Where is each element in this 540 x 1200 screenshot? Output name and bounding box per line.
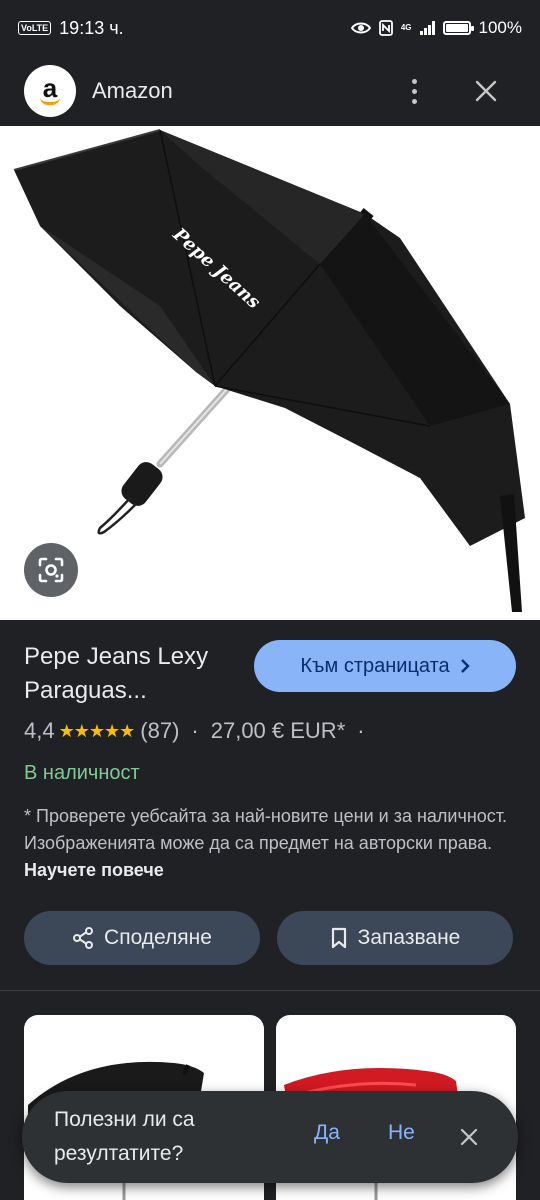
network-type: 4G: [400, 23, 412, 32]
eye-icon: [350, 22, 371, 34]
product-title[interactable]: Pepe Jeans Lexy Paraguas...: [24, 640, 244, 708]
status-bar: VoLTE 19:13 ч. 4G 100%: [0, 0, 540, 56]
bookmark-icon: [331, 927, 346, 949]
rating-row: 4,4 ★★★★★ (87) · 27,00 € EUR* ·: [24, 716, 377, 746]
rating-value: 4,4: [24, 718, 55, 743]
umbrella-image: Pepe Jeans: [13, 129, 525, 612]
close-icon[interactable]: [466, 71, 506, 111]
product-price: 27,00 € EUR*: [210, 718, 346, 743]
feedback-question: Полезни ли са резултатите?: [54, 1108, 195, 1165]
signal-icon: [419, 21, 435, 35]
availability-status: В наличност: [24, 762, 140, 784]
feedback-yes-button[interactable]: Да: [314, 1121, 340, 1145]
save-label: Запазване: [357, 926, 461, 949]
lens-search-button[interactable]: [24, 543, 78, 597]
separator-dot: ·: [191, 718, 199, 743]
review-count: (87): [140, 718, 180, 743]
divider: [0, 990, 540, 991]
disclaimer-text: * Проверете уебсайта за най-новите цени …: [24, 803, 516, 884]
more-options-icon[interactable]: [394, 71, 434, 111]
save-button[interactable]: Запазване: [277, 911, 513, 965]
share-icon: [73, 927, 94, 949]
nfc-icon: [378, 20, 393, 36]
visit-page-button[interactable]: Към страницата: [254, 640, 516, 692]
source-header: a Amazon: [0, 56, 540, 126]
status-time: 19:13 ч.: [59, 17, 124, 38]
chevron-right-icon: [460, 659, 470, 673]
visit-button-label: Към страницата: [300, 654, 450, 677]
share-label: Споделяне: [104, 926, 212, 949]
feedback-prompt: Полезни ли са резултатите? Да Не: [22, 1091, 518, 1183]
battery-icon: [442, 21, 474, 35]
star-rating-icon: ★★★★★: [58, 720, 136, 741]
disclaimer-body: * Проверете уебсайта за най-новите цени …: [24, 806, 508, 853]
battery-percent: 100%: [478, 18, 522, 37]
product-image[interactable]: Pepe Jeans: [0, 126, 540, 620]
volte-icon: VoLTE: [18, 21, 52, 35]
share-button[interactable]: Споделяне: [24, 911, 260, 965]
site-name[interactable]: Amazon: [92, 78, 173, 104]
feedback-no-button[interactable]: Не: [388, 1121, 415, 1145]
close-icon[interactable]: [454, 1122, 484, 1152]
lens-icon: [38, 557, 64, 583]
learn-more-link[interactable]: Научете повече: [24, 860, 164, 880]
amazon-logo[interactable]: a: [24, 65, 76, 117]
smile-icon: [40, 97, 60, 105]
separator-dot: ·: [357, 718, 365, 743]
